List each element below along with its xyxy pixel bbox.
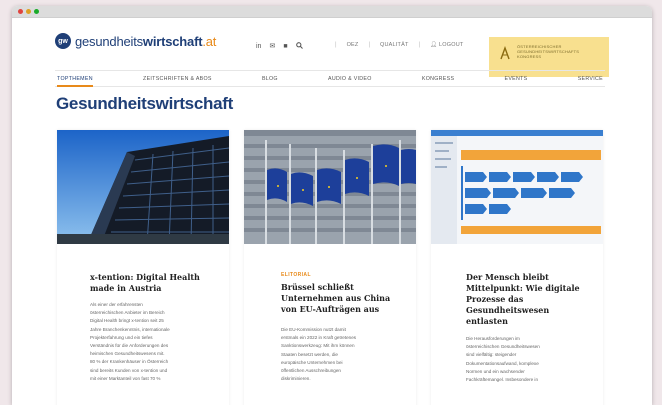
header-links: | OEZ | QUALITÄT | 👤︎ LOGOUT	[335, 42, 463, 48]
logout-link[interactable]: 👤︎ LOGOUT	[430, 42, 463, 48]
article-category[interactable]: ELITORIAL	[281, 272, 311, 278]
article-image-eu-flags	[244, 130, 416, 244]
newsletter-icon[interactable]: ■	[283, 43, 287, 50]
article-image-process-diagram	[431, 130, 603, 244]
nav-item-topthemen[interactable]: TOPTHEMEN	[57, 71, 93, 87]
window-titlebar	[12, 6, 652, 18]
nav-item-blog[interactable]: BLOG	[262, 71, 278, 86]
divider: |	[418, 42, 421, 48]
main-navigation: TOPTHEMEN ZEITSCHRIFTEN & ABOS BLOG AUDI…	[55, 70, 605, 87]
article-title[interactable]: x-tention: Digital Health made in Austri…	[90, 272, 220, 294]
nav-item-service[interactable]: SERVICE	[578, 71, 603, 86]
site-header: gw gesundheitswirtschaft.at in ✉ ■ | OEZ…	[12, 18, 652, 77]
qualitaet-link[interactable]: QUALITÄT	[380, 42, 409, 48]
minimize-window-button[interactable]	[26, 9, 31, 14]
divider: |	[335, 42, 337, 48]
logo-mark-icon: gw	[55, 33, 71, 49]
article-card[interactable]: x-tention: Digital Health made in Austri…	[57, 130, 229, 405]
nav-item-audio-video[interactable]: AUDIO & VIDEO	[328, 71, 372, 86]
search-icon[interactable]	[295, 42, 303, 51]
article-teaser: Als einer der erfahrensten österreichisc…	[90, 302, 170, 381]
article-teaser: Die Herausforderungen im österreichische…	[466, 336, 540, 383]
linkedin-icon[interactable]: in	[256, 43, 261, 50]
nav-item-kongress[interactable]: KONGRESS	[422, 71, 454, 86]
maximize-window-button[interactable]	[34, 9, 39, 14]
browser-window: gw gesundheitswirtschaft.at in ✉ ■ | OEZ…	[12, 6, 652, 405]
page-title: Gesundheitswirtschaft	[56, 94, 233, 113]
nav-item-zeitschriften[interactable]: ZEITSCHRIFTEN & ABOS	[143, 71, 212, 86]
article-title[interactable]: Der Mensch bleibt Mittelpunkt: Wie digit…	[466, 272, 598, 327]
congress-logo-icon	[500, 46, 510, 60]
site-logo[interactable]: gw gesundheitswirtschaft.at	[55, 33, 216, 49]
article-teaser: Die EU-Kommission nutzt damit erstmals e…	[281, 327, 357, 382]
article-card[interactable]: ELITORIAL Brüssel schließt Unternehmen a…	[244, 130, 416, 405]
divider: |	[368, 42, 371, 48]
logo-text: gesundheitswirtschaft.at	[75, 33, 217, 49]
email-icon[interactable]: ✉	[269, 43, 275, 50]
article-title[interactable]: Brüssel schließt Unternehmen aus China v…	[281, 282, 411, 315]
oez-link[interactable]: OEZ	[347, 42, 359, 48]
article-card[interactable]: Der Mensch bleibt Mittelpunkt: Wie digit…	[431, 130, 603, 405]
nav-item-events[interactable]: EVENTS	[505, 71, 528, 86]
banner-line: KONGRESS	[517, 54, 542, 59]
article-image-building	[57, 130, 229, 244]
user-icon: 👤︎	[430, 42, 440, 48]
header-icon-group: in ✉ ■	[256, 42, 303, 51]
close-window-button[interactable]	[18, 9, 23, 14]
